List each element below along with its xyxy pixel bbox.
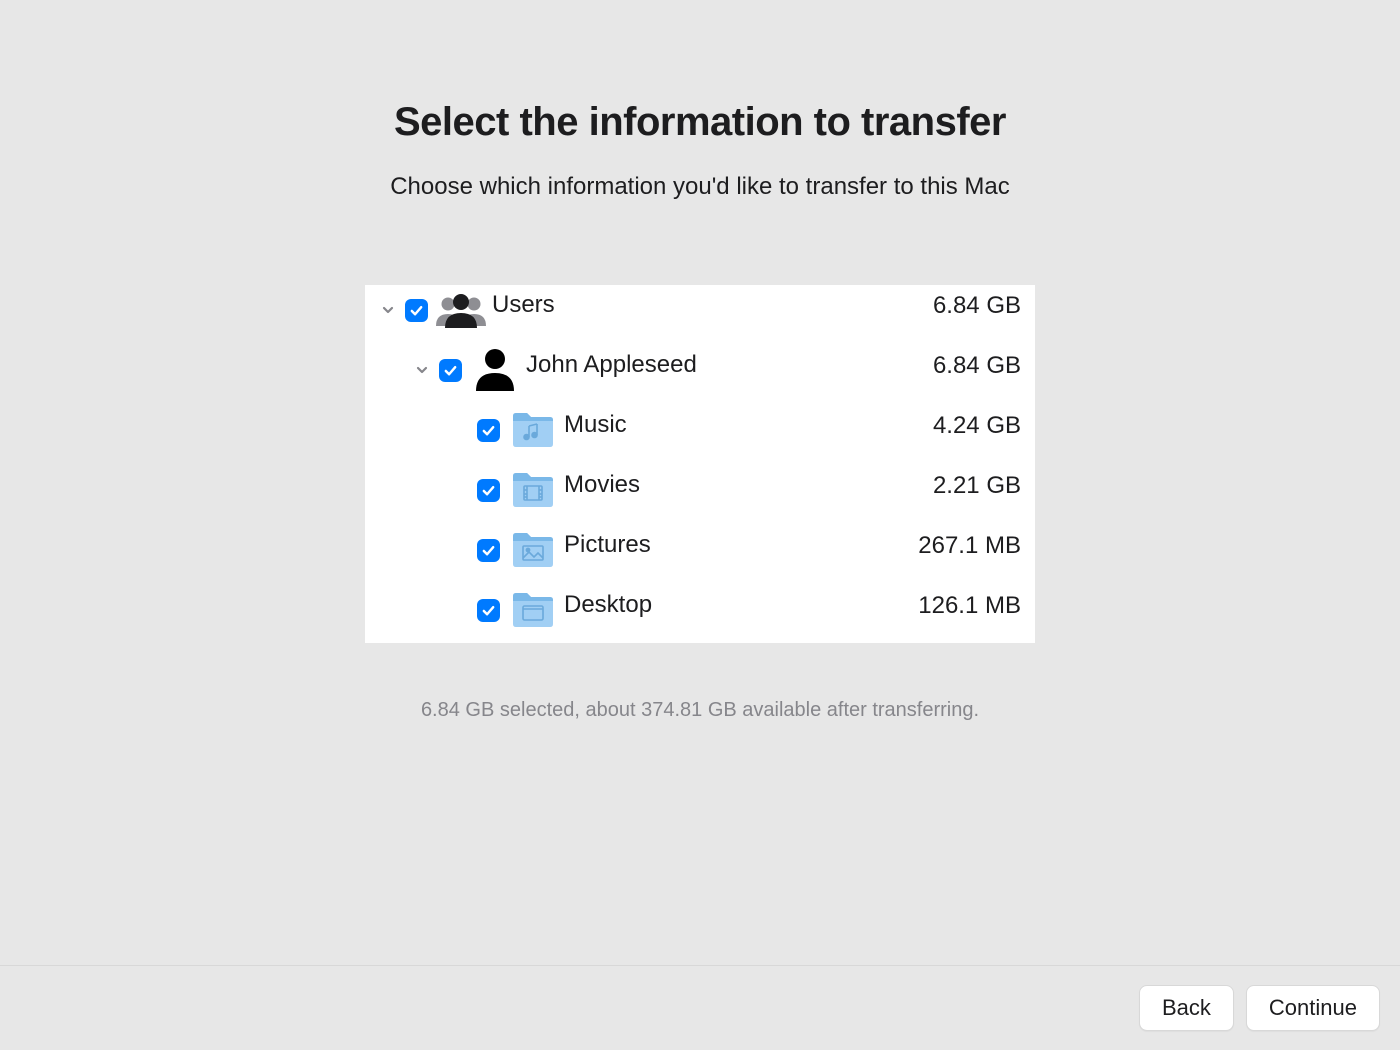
tree-label-users: Users (492, 285, 555, 319)
footer-bar: Back Continue (0, 965, 1400, 1050)
pictures-folder-icon (508, 525, 558, 575)
music-folder-icon (508, 405, 558, 455)
tree-label-movies: Movies (564, 465, 640, 499)
checkbox-users[interactable] (405, 299, 428, 322)
tree-size-movies: 2.21 GB (891, 465, 1021, 500)
chevron-down-icon[interactable] (413, 361, 431, 379)
tree-size-pictures: 267.1 MB (891, 525, 1021, 560)
back-button[interactable]: Back (1139, 985, 1234, 1031)
transfer-list-panel: Users 6.84 GB (365, 285, 1035, 643)
tree-label-music: Music (564, 405, 627, 439)
page-title: Select the information to transfer (394, 100, 1006, 145)
users-group-icon (436, 285, 486, 335)
movies-folder-icon (508, 465, 558, 515)
desktop-folder-icon (508, 585, 558, 635)
tree-label-john: John Appleseed (526, 345, 697, 379)
checkbox-pictures[interactable] (477, 539, 500, 562)
page-subtitle: Choose which information you'd like to t… (390, 173, 1010, 201)
checkbox-desktop[interactable] (477, 599, 500, 622)
tree-size-users: 6.84 GB (891, 285, 1021, 320)
checkbox-music[interactable] (477, 419, 500, 442)
tree-row-desktop[interactable]: Desktop 126.1 MB (365, 585, 1035, 643)
tree-label-pictures: Pictures (564, 525, 651, 559)
tree-size-john: 6.84 GB (891, 345, 1021, 380)
tree-label-desktop: Desktop (564, 585, 652, 619)
continue-button[interactable]: Continue (1246, 985, 1380, 1031)
tree-row-pictures[interactable]: Pictures 267.1 MB (365, 525, 1035, 585)
tree-size-desktop: 126.1 MB (891, 585, 1021, 620)
checkbox-john[interactable] (439, 359, 462, 382)
status-text: 6.84 GB selected, about 374.81 GB availa… (421, 699, 979, 722)
tree-row-music[interactable]: Music 4.24 GB (365, 405, 1035, 465)
chevron-down-icon[interactable] (379, 301, 397, 319)
tree-row-movies[interactable]: Movies 2.21 GB (365, 465, 1035, 525)
tree-row-john[interactable]: John Appleseed 6.84 GB (365, 345, 1035, 405)
user-silhouette-icon (470, 345, 520, 395)
checkbox-movies[interactable] (477, 479, 500, 502)
tree-size-music: 4.24 GB (891, 405, 1021, 440)
tree-row-users[interactable]: Users 6.84 GB (365, 285, 1035, 345)
